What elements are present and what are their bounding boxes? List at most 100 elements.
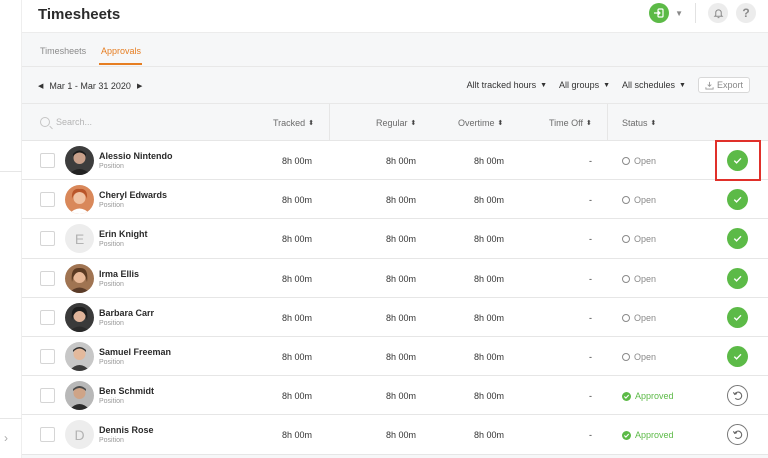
approve-button[interactable] — [727, 306, 748, 328]
employee-position: Position — [99, 241, 124, 249]
column-header-regular[interactable]: Regular ⬍ — [376, 118, 416, 128]
tracked-hours-label: Allt tracked hours — [466, 80, 537, 90]
employee-name[interactable]: Samuel Freeman — [99, 347, 171, 357]
employee-position: Position — [99, 437, 124, 445]
tracked-value: 8h 00m — [282, 195, 313, 206]
employee-name[interactable]: Dennis Rose — [99, 425, 154, 435]
clock-in-button[interactable] — [649, 3, 670, 23]
row-checkbox[interactable] — [40, 427, 55, 443]
table-row[interactable]: Samuel Freeman Position 8h 00m 8h 00m 8h… — [22, 336, 768, 377]
table-row[interactable]: Barbara Carr Position 8h 00m 8h 00m 8h 0… — [22, 297, 768, 337]
regular-value: 8h 00m — [386, 351, 417, 362]
search-input[interactable]: Search... — [56, 117, 92, 127]
employee-name[interactable]: Ben Schmidt — [99, 386, 154, 396]
row-checkbox[interactable] — [40, 388, 55, 404]
avatar — [65, 302, 94, 332]
top-bar: Timesheets ▼ ? — [22, 0, 768, 33]
row-checkbox[interactable] — [40, 192, 55, 208]
caret-down-icon: ▼ — [540, 81, 548, 89]
regular-value: 8h 00m — [386, 195, 417, 206]
filter-bar: ◀ Mar 1 - Mar 31 2020 ▶ Allt tracked hou… — [22, 67, 768, 104]
tracked-value: 8h 00m — [282, 312, 313, 323]
chevron-right-icon[interactable]: › — [4, 431, 8, 445]
row-checkbox[interactable] — [40, 309, 55, 325]
regular-value: 8h 00m — [386, 391, 417, 402]
chevron-down-icon[interactable]: ▼ — [675, 9, 683, 18]
employee-name[interactable]: Barbara Carr — [99, 308, 154, 318]
employee-position: Position — [99, 398, 124, 406]
open-circle-icon — [622, 196, 630, 205]
overtime-value: 8h 00m — [474, 430, 505, 441]
export-button[interactable]: Export — [697, 77, 750, 93]
avatar-initial: E — [74, 230, 85, 247]
table-row[interactable]: E Erin Knight Position 8h 00m 8h 00m 8h … — [22, 219, 768, 259]
time-off-value: - — [589, 430, 592, 441]
schedules-label: All schedules — [622, 80, 676, 90]
approve-button[interactable] — [727, 150, 748, 171]
groups-dropdown[interactable]: All groups ▼ — [559, 80, 610, 90]
column-header-tracked[interactable]: Tracked ⬍ — [273, 118, 314, 128]
employee-name[interactable]: Irma Ellis — [99, 269, 139, 279]
check-icon — [733, 353, 742, 360]
time-off-value: - — [589, 391, 592, 402]
clock-in-icon — [654, 8, 664, 18]
question-mark-icon: ? — [742, 6, 750, 20]
tab-timesheets[interactable]: Timesheets — [40, 46, 86, 56]
table-body: Alessio Nintendo Position 8h 00m 8h 00m … — [22, 141, 768, 455]
tracked-value: 8h 00m — [282, 273, 313, 284]
time-off-value: - — [589, 234, 592, 245]
table-row[interactable]: D Dennis Rose Position 8h 00m 8h 00m 8h … — [22, 415, 768, 455]
employee-name[interactable]: Erin Knight — [99, 229, 148, 239]
column-header-label: Time Off — [549, 118, 584, 128]
date-range-picker: ◀ Mar 1 - Mar 31 2020 ▶ — [38, 81, 142, 91]
rail-divider — [0, 171, 22, 172]
employee-name[interactable]: Cheryl Edwards — [99, 190, 167, 200]
sort-icon: ⬍ — [410, 120, 417, 127]
date-range-label[interactable]: Mar 1 - Mar 31 2020 — [49, 81, 131, 91]
row-checkbox[interactable] — [40, 270, 55, 286]
tab-approvals[interactable]: Approvals — [101, 46, 141, 56]
check-icon — [733, 236, 742, 243]
status-label: Approved — [635, 391, 674, 402]
schedules-dropdown[interactable]: All schedules ▼ — [622, 80, 686, 90]
column-header-status[interactable]: Status ⬍ — [622, 118, 656, 128]
check-circle-icon — [622, 430, 631, 440]
status-label: Open — [634, 351, 657, 362]
row-checkbox[interactable] — [40, 231, 55, 247]
regular-value: 8h 00m — [386, 273, 417, 284]
employee-position: Position — [99, 163, 124, 170]
tracked-value: 8h 00m — [282, 391, 313, 402]
active-tab-indicator — [99, 63, 142, 65]
prev-period-icon[interactable]: ◀ — [38, 82, 43, 90]
undo-approval-button[interactable] — [727, 385, 748, 407]
notifications-button[interactable] — [708, 3, 728, 23]
table-row[interactable]: Ben Schmidt Position 8h 00m 8h 00m 8h 00… — [22, 376, 768, 416]
row-checkbox[interactable] — [40, 348, 55, 364]
approve-button[interactable] — [727, 189, 748, 211]
overtime-value: 8h 00m — [474, 391, 505, 402]
status-badge: Open — [622, 352, 656, 362]
table-row[interactable]: Cheryl Edwards Position 8h 00m 8h 00m 8h… — [22, 180, 768, 220]
employee-name[interactable]: Alessio Nintendo — [99, 151, 173, 161]
table-row[interactable]: Irma Ellis Position 8h 00m 8h 00m 8h 00m… — [22, 258, 768, 298]
caret-down-icon: ▼ — [679, 81, 686, 89]
avatar — [65, 341, 94, 371]
approve-button[interactable] — [727, 267, 748, 289]
avatar: E — [65, 224, 94, 254]
bell-icon — [713, 8, 723, 18]
tracked-hours-dropdown[interactable]: Allt tracked hours ▼ — [467, 80, 547, 90]
help-button[interactable]: ? — [736, 3, 756, 23]
status-badge: Open — [622, 234, 656, 244]
time-off-value: - — [589, 351, 592, 362]
column-header-overtime[interactable]: Overtime ⬍ — [458, 118, 503, 128]
search-box[interactable]: Search... — [40, 117, 92, 127]
column-header-time-off[interactable]: Time Off ⬍ — [549, 118, 592, 128]
next-period-icon[interactable]: ▶ — [137, 82, 142, 90]
approve-button[interactable] — [727, 345, 748, 367]
avatar — [65, 146, 94, 175]
row-checkbox[interactable] — [40, 153, 55, 168]
regular-value: 8h 00m — [386, 430, 417, 441]
approve-button[interactable] — [727, 228, 748, 250]
table-row[interactable]: Alessio Nintendo Position 8h 00m 8h 00m … — [22, 141, 768, 181]
undo-approval-button[interactable] — [727, 424, 748, 446]
